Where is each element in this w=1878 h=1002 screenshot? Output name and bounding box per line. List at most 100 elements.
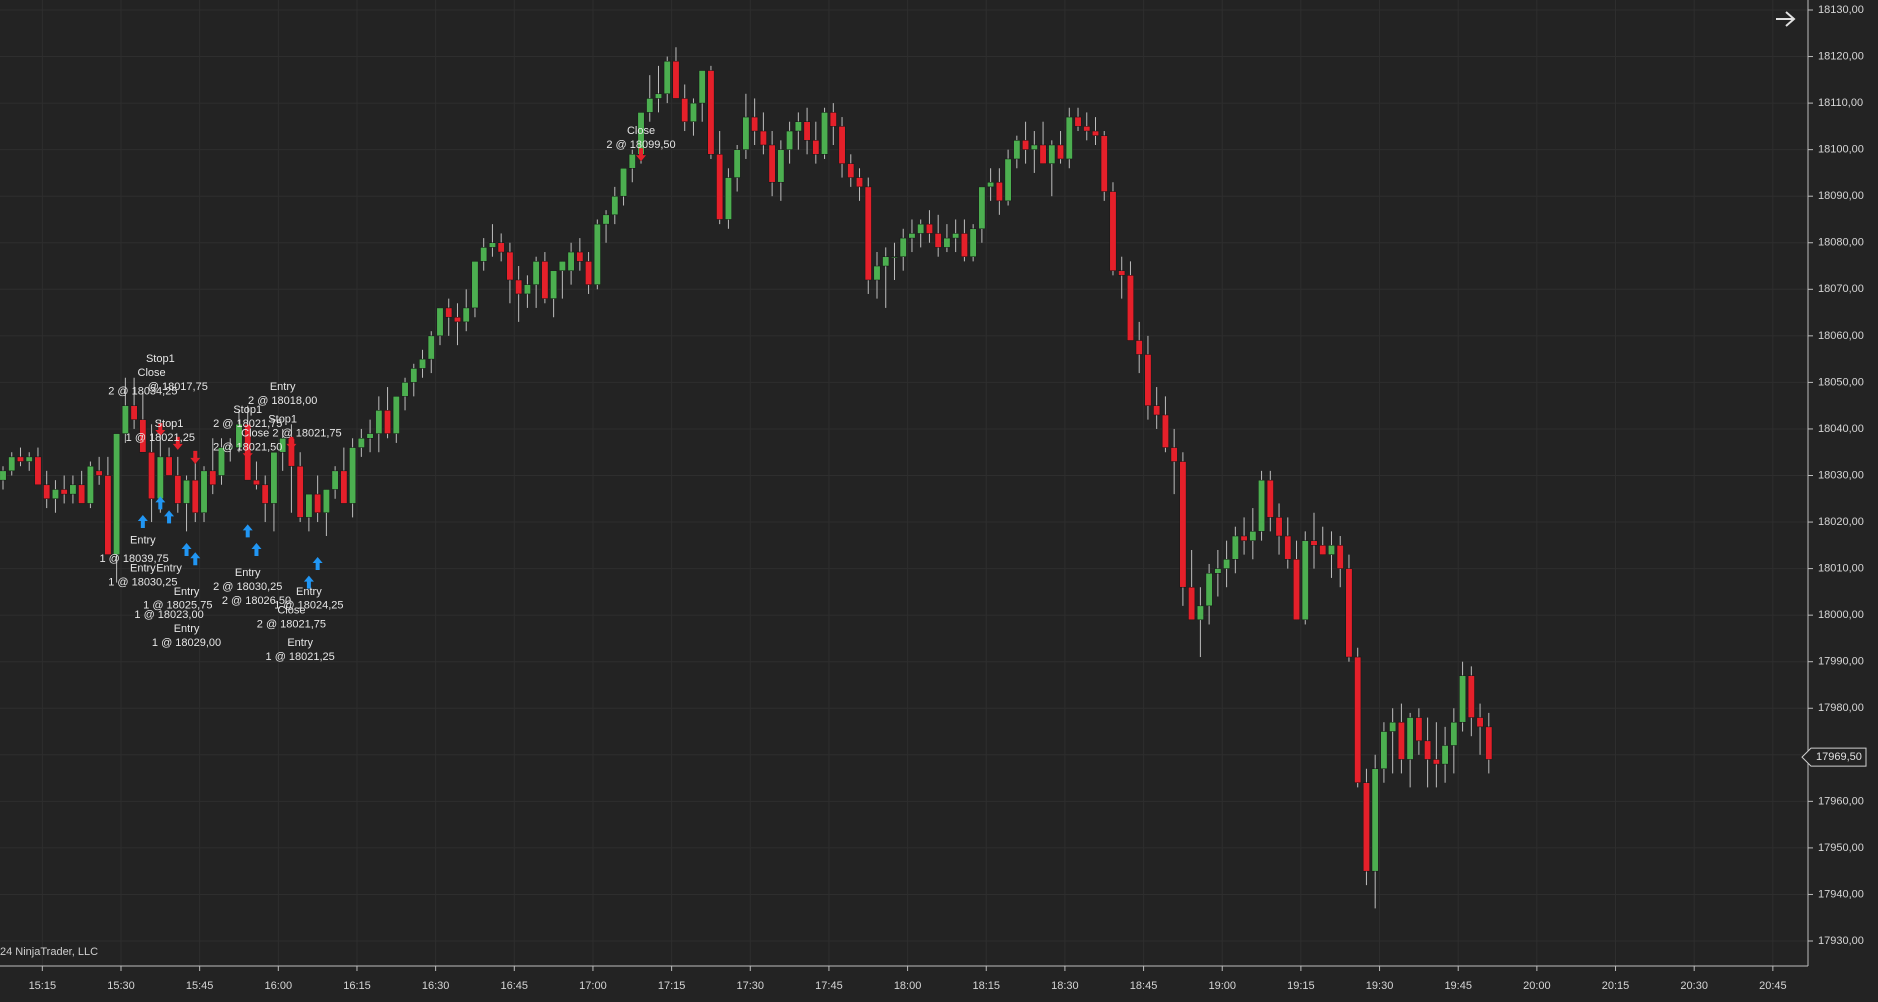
candle-body: [1127, 275, 1134, 341]
candle: [532, 256, 540, 308]
trade-annotation: @ 18017,75: [148, 381, 208, 393]
candle-body: [1284, 535, 1292, 560]
candle-body: [165, 456, 173, 476]
candle-body: [17, 456, 24, 462]
trade-annotation: Close: [277, 604, 305, 616]
buy-arrow-icon: [312, 556, 323, 570]
candle: [506, 242, 514, 304]
candle-body: [1057, 144, 1064, 160]
candle: [419, 349, 426, 378]
candle-body: [471, 261, 479, 309]
trade-annotation: Stop1: [233, 404, 262, 416]
candle: [1240, 517, 1248, 555]
candle-body: [1319, 545, 1327, 555]
candle-body: [759, 130, 767, 146]
y-tick-label: 17950,00: [1818, 842, 1864, 854]
candle: [1022, 121, 1030, 164]
candle-body: [51, 489, 59, 500]
candle-body: [462, 307, 470, 323]
candle: [454, 303, 461, 346]
candle: [183, 475, 190, 532]
candle-body: [1467, 675, 1475, 718]
candle-body: [541, 261, 549, 299]
candle: [934, 214, 942, 257]
candle-body: [366, 433, 374, 439]
candle: [1135, 321, 1143, 374]
candle-body: [34, 456, 42, 486]
candle-body: [672, 60, 680, 99]
candle: [1275, 503, 1283, 555]
candle: [488, 224, 496, 257]
candle-body: [1354, 656, 1362, 783]
y-tick-label: 17990,00: [1818, 656, 1864, 668]
candle-body: [803, 121, 811, 141]
y-tick-label: 18110,00: [1818, 97, 1863, 109]
candle-body: [1441, 745, 1449, 765]
candle-body: [322, 489, 330, 513]
candle: [1223, 540, 1231, 588]
candle-body: [86, 465, 94, 504]
candlestick-chart[interactable]: Stop1 Close 2 @ 18034,25 @ 18017,75 Stop1 1 @…: [0, 0, 1878, 997]
trade-annotation: 1 @ 18023,00: [134, 609, 203, 621]
trade-annotation: Entry: [270, 381, 296, 393]
candle: [1144, 335, 1152, 420]
price-axis[interactable]: 18130,00 18120,00 18110,00 18100,00 18090,00…: [1808, 4, 1864, 947]
candle-body: [1074, 116, 1082, 127]
candle: [1345, 554, 1353, 662]
candle-body: [1153, 405, 1161, 416]
candle: [611, 186, 619, 225]
y-tick-label: 17960,00: [1818, 795, 1864, 807]
candle-body: [1039, 144, 1047, 164]
candle-body: [995, 181, 1003, 202]
candle-body: [707, 70, 715, 155]
x-tick-label: 18:15: [972, 980, 1000, 992]
candle: [1441, 726, 1449, 783]
trade-annotation: Close 2 @ 18021,75: [241, 428, 341, 440]
candle-body: [1135, 340, 1143, 355]
candle: [34, 447, 42, 486]
candle-body: [1275, 517, 1283, 537]
candle-body: [829, 112, 837, 127]
candle: [1030, 131, 1038, 173]
candle-body: [1345, 568, 1353, 658]
candle: [724, 168, 732, 229]
time-axis[interactable]: 15:15 15:30 15:45 16:00 16:15 16:30 16:45 17:00…: [29, 966, 1787, 992]
candle: [401, 377, 409, 411]
candle: [200, 466, 208, 523]
candle-body: [1109, 191, 1117, 271]
candle-body: [1328, 545, 1335, 555]
candle-body: [620, 168, 627, 197]
candle: [541, 252, 549, 304]
candle: [1397, 703, 1405, 774]
candle-body: [488, 242, 496, 248]
candle-body: [454, 316, 461, 323]
candle: [847, 154, 855, 187]
trade-annotation: Entry: [287, 637, 313, 649]
chart-svg[interactable]: Stop1Close2 @ 18034,25@ 18017,75Stop11 @…: [0, 0, 1878, 997]
candle-body: [43, 484, 51, 500]
y-tick-label: 18120,00: [1818, 50, 1864, 62]
candle: [8, 452, 16, 476]
candle-body: [1424, 740, 1432, 760]
candle-body: [1188, 586, 1196, 621]
candle-body: [1161, 414, 1169, 448]
candle: [1013, 135, 1021, 169]
candle: [392, 396, 400, 443]
x-tick-label: 16:00: [265, 980, 293, 992]
candle: [1074, 107, 1082, 132]
candle-body: [1240, 535, 1248, 541]
x-tick-label: 15:45: [186, 980, 214, 992]
candle-body: [550, 270, 558, 299]
candle-body: [121, 405, 129, 434]
candle-body: [611, 195, 619, 216]
candle: [95, 456, 103, 485]
arrow-right-icon[interactable]: [1776, 11, 1796, 27]
candle-body: [506, 251, 514, 281]
buy-arrow-icon: [181, 542, 192, 556]
copyright-label: 24 NinjaTrader, LLC: [0, 946, 98, 958]
candle: [523, 275, 531, 308]
trade-annotation: Entry: [130, 535, 156, 547]
candle: [305, 493, 313, 532]
y-tick-label: 18070,00: [1818, 283, 1864, 295]
candle: [1004, 149, 1012, 206]
